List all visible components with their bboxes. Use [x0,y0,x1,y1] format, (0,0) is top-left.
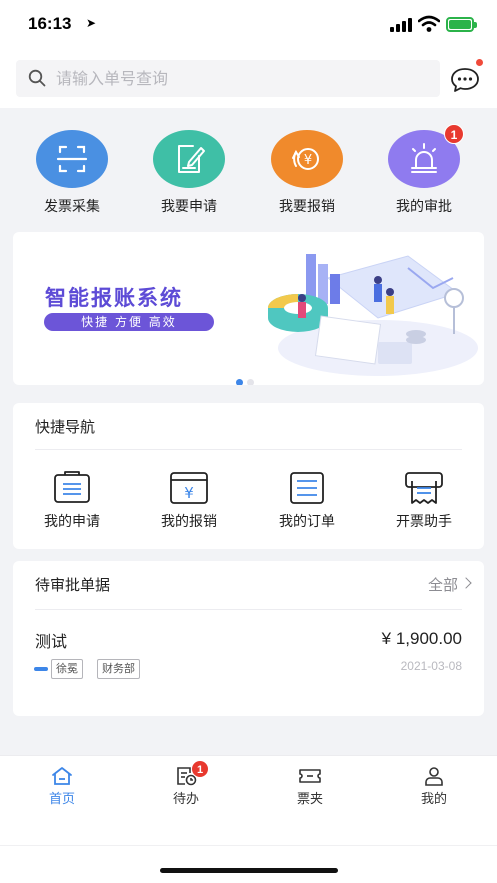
carousel-dot-active [236,379,243,385]
search-header [0,50,497,108]
view-all-link[interactable]: 全部 [428,574,458,595]
user-icon [425,767,443,786]
item-amount: ¥ 1,900.00 [381,629,462,648]
search-input[interactable] [56,60,426,97]
chevron-right-icon [460,577,472,589]
yuan-card-icon: ¥ [170,472,208,504]
tab-label: 我的 [420,792,447,807]
promo-banner[interactable]: 智能报账系统 快捷 方便 高效 [13,232,484,385]
unread-dot [476,59,483,66]
wifi-icon [418,15,440,32]
divider [0,845,497,846]
status-bar: 16:13 ➤ [0,0,497,50]
svg-text:¥: ¥ [184,484,194,502]
item-name: 测试 [35,632,68,651]
printer-icon [405,472,443,504]
todo-badge: 1 [191,760,209,778]
nav-label: 我的订单 [279,514,335,530]
status-bar-indicator [34,667,48,671]
edit-icon [153,130,225,188]
tab-label: 首页 [48,792,75,807]
tab-label: 票夹 [296,792,323,807]
alarm-icon: 1 [388,124,464,188]
quick-nav-title: 快捷导航 [35,418,96,436]
action-apply[interactable]: 我要申请 [139,130,239,216]
search-icon [28,69,46,87]
approval-badge: 1 [444,124,464,144]
home-indicator [160,868,338,873]
location-arrow-icon: ➤ [86,16,97,30]
item-date: 2021-03-08 [400,659,462,673]
quick-nav-card: 快捷导航 我的申请 ¥ 我的报销 我的订单 开票助手 [13,403,484,549]
application-icon [54,471,90,503]
message-button[interactable] [450,59,483,93]
tab-mine[interactable]: 我的 [394,766,474,807]
reimburse-icon: ¥ [271,130,343,188]
department-tag: 财务部 [97,659,140,679]
nav-label: 我的申请 [44,514,100,530]
search-box[interactable] [16,60,440,97]
carousel-dot [247,379,254,385]
banner-title: 智能报账系统 [45,286,183,310]
ticket-icon [299,769,321,783]
cellular-signal-icon [390,18,412,32]
carousel-indicator [236,371,258,385]
nav-my-reimbursements[interactable]: ¥ 我的报销 [139,471,239,531]
status-time: 16:13 [28,14,72,33]
tab-bar: 首页 1 待办 票夹 我的 [0,755,497,883]
order-list-icon [290,472,324,504]
tab-label: 待办 [172,792,199,807]
nav-label: 开票助手 [396,514,452,530]
action-my-approval[interactable]: 1 我的审批 [374,124,474,216]
battery-charging-icon [446,17,477,32]
tab-todo[interactable]: 1 待办 [146,760,226,807]
action-reimburse[interactable]: ¥ 我要报销 [257,130,357,216]
applicant-tag: 徐冕 [51,659,83,679]
divider [35,449,462,450]
action-label: 我的审批 [396,199,452,215]
nav-invoice-assistant[interactable]: 开票助手 [374,471,474,531]
office-illustration [268,254,478,376]
nav-label: 我的报销 [161,514,217,530]
tab-home[interactable]: 首页 [22,766,102,807]
home-icon [52,767,72,785]
scan-icon [36,130,108,188]
action-invoice-collect[interactable]: 发票采集 [22,130,122,216]
divider [35,609,462,610]
tab-ticket-folder[interactable]: 票夹 [270,766,350,807]
nav-my-orders[interactable]: 我的订单 [257,471,357,531]
nav-my-applications[interactable]: 我的申请 [22,471,122,531]
action-label: 发票采集 [44,199,100,215]
action-label: 我要申请 [161,199,217,215]
pending-title: 待审批单据 [35,576,111,594]
svg-text:¥: ¥ [304,153,312,168]
banner-subtitle: 快捷 方便 高效 [44,313,214,331]
quick-actions: 发票采集 我要申请 ¥ 我要报销 1 我的审批 [0,108,497,223]
action-label: 我要报销 [279,199,335,215]
chat-bubble-icon [451,68,479,92]
pending-approvals-card: 待审批单据 全部 测试 ¥ 1,900.00 徐冕 财务部 2021-03-08 [13,561,484,716]
